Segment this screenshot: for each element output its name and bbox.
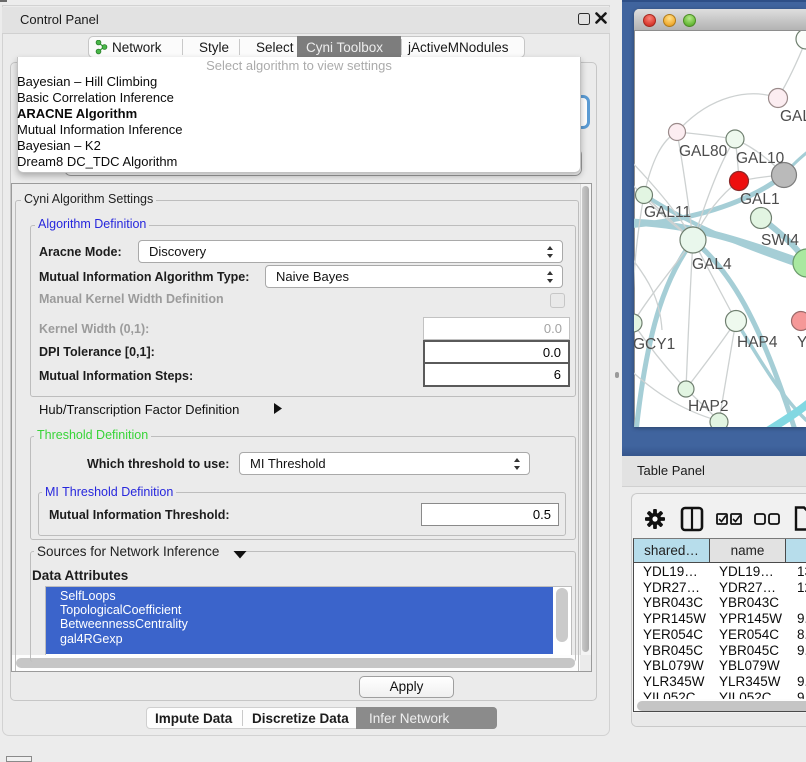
svg-text:SWI4: SWI4 <box>761 232 799 249</box>
svg-text:HAP2: HAP2 <box>688 398 729 415</box>
svg-text:GAL11: GAL11 <box>644 204 691 221</box>
svg-text:GCY1: GCY1 <box>634 336 675 353</box>
svg-text:GAL: GAL <box>780 108 806 125</box>
svg-text:GAL10: GAL10 <box>736 150 785 167</box>
svg-text:HAP4: HAP4 <box>737 334 778 351</box>
svg-text:GAL4: GAL4 <box>692 256 732 273</box>
svg-text:GAL1: GAL1 <box>740 191 780 208</box>
svg-text:Y: Y <box>797 334 806 351</box>
svg-text:GAL80: GAL80 <box>679 143 728 160</box>
